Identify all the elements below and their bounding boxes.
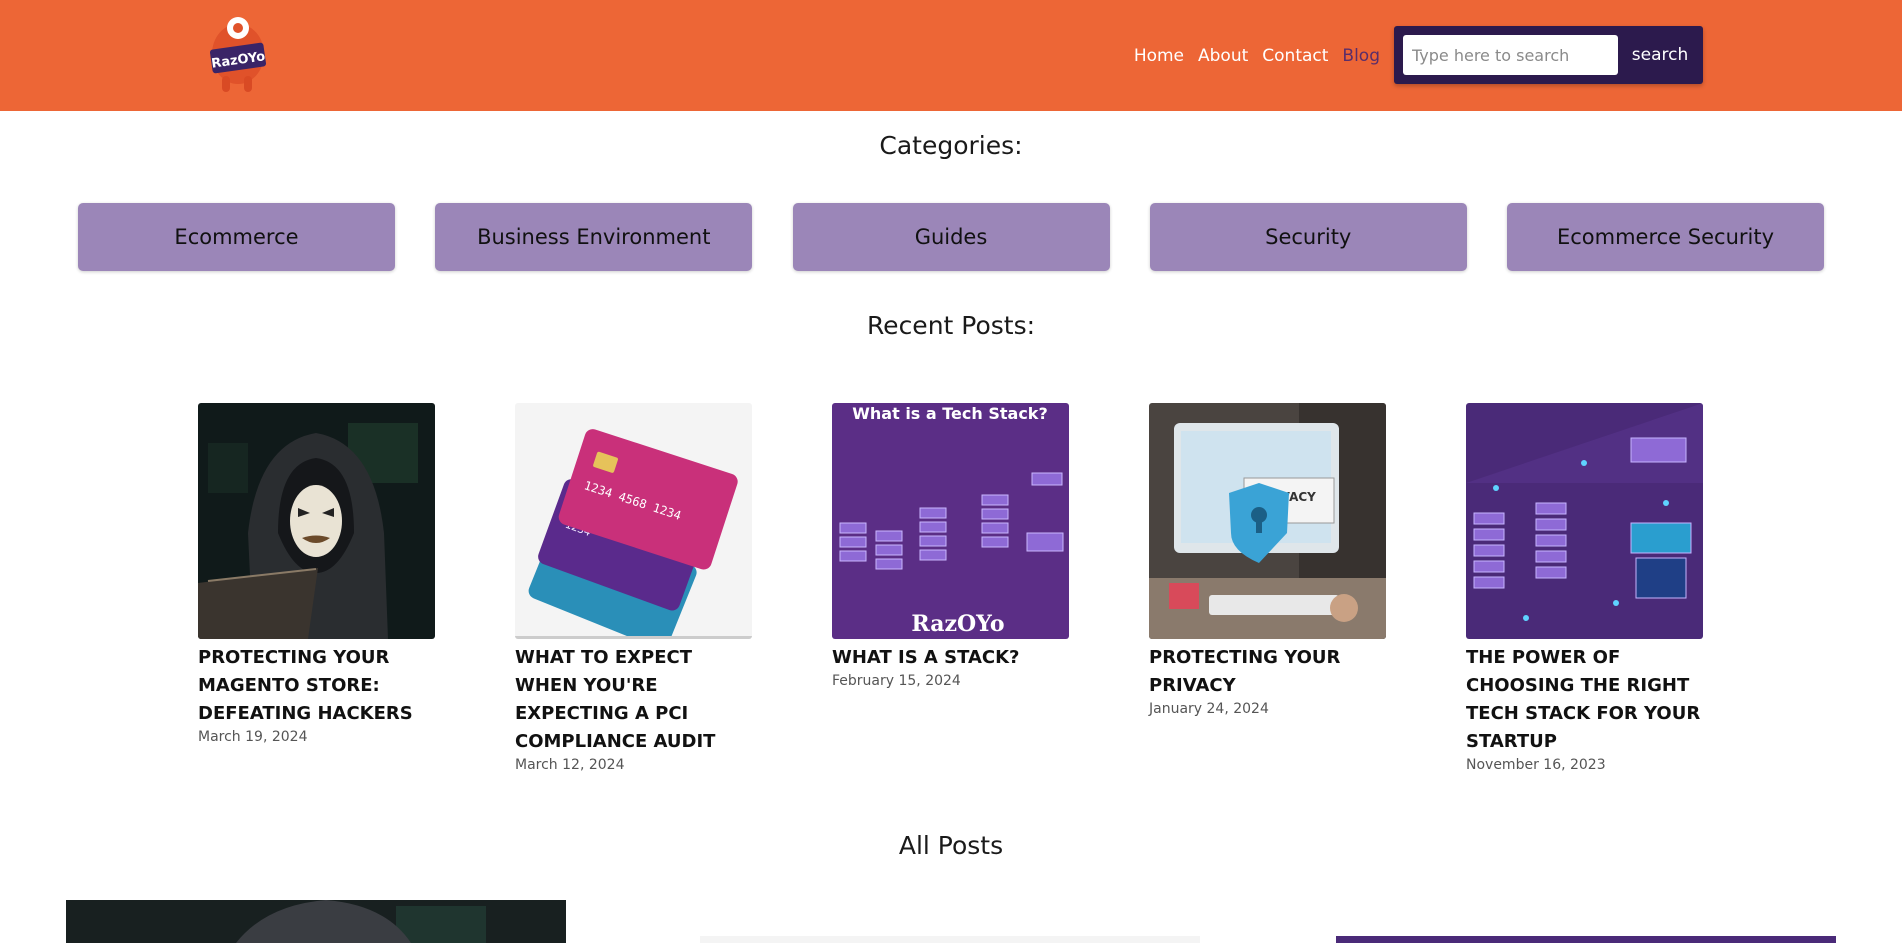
- all-posts-heading: All Posts: [898, 831, 1004, 860]
- razoyo-logo[interactable]: RazOYo: [208, 14, 268, 96]
- tech-stack-icon[interactable]: What is a Tech Stack? RazOYo: [832, 403, 1069, 639]
- main-nav: Home About Contact Blog: [1134, 0, 1380, 111]
- nav-blog-link[interactable]: Blog: [1342, 46, 1380, 66]
- post-card[interactable]: PROTECTING YOUR MAGENTO STORE: DEFEATING…: [198, 403, 436, 746]
- server-stack-icon[interactable]: [1466, 403, 1703, 639]
- nav-contact-link[interactable]: Contact: [1262, 46, 1328, 66]
- credit-cards-icon[interactable]: 1234 1234 1234 4568 1234: [515, 403, 752, 639]
- post-date: March 12, 2024: [515, 757, 625, 773]
- hooded-hacker-icon[interactable]: [198, 403, 435, 639]
- svg-text:What is a Tech Stack?: What is a Tech Stack?: [852, 404, 1047, 423]
- all-post-card-image[interactable]: [66, 900, 566, 943]
- post-title[interactable]: WHAT IS A STACK?: [832, 644, 1070, 672]
- post-card[interactable]: PRIVACY PROTECTING YOUR PRIVACY January …: [1149, 403, 1387, 718]
- search-box: search: [1394, 26, 1703, 84]
- all-post-card-image[interactable]: [700, 936, 1200, 943]
- all-post-card-image[interactable]: [1336, 936, 1836, 943]
- post-title[interactable]: PROTECTING YOUR MAGENTO STORE: DEFEATING…: [198, 644, 436, 728]
- nav-home-link[interactable]: Home: [1134, 46, 1184, 66]
- search-button[interactable]: search: [1622, 35, 1698, 75]
- category-guides-button[interactable]: Guides: [792, 203, 1110, 271]
- recent-posts-list: PROTECTING YOUR MAGENTO STORE: DEFEATING…: [198, 403, 1705, 783]
- post-title[interactable]: PROTECTING YOUR PRIVACY: [1149, 644, 1387, 700]
- categories-heading: Categories:: [879, 131, 1023, 160]
- category-ecommerce-button[interactable]: Ecommerce: [78, 203, 395, 271]
- category-business-environment-button[interactable]: Business Environment: [435, 203, 753, 271]
- category-list: Ecommerce Business Environment Guides Se…: [78, 203, 1824, 271]
- post-card[interactable]: 1234 1234 1234 4568 1234 WHAT TO EXPECT …: [515, 403, 753, 774]
- category-ecommerce-security-button[interactable]: Ecommerce Security: [1507, 203, 1824, 271]
- svg-text:RazOYo: RazOYo: [911, 611, 1004, 637]
- post-date: March 19, 2024: [198, 729, 308, 745]
- search-input[interactable]: [1403, 35, 1618, 75]
- category-security-button[interactable]: Security: [1149, 203, 1467, 271]
- privacy-shield-icon[interactable]: PRIVACY: [1149, 403, 1386, 639]
- nav-about-link[interactable]: About: [1198, 46, 1248, 66]
- site-header: RazOYo Home About Contact Blog search: [0, 0, 1902, 111]
- post-date: February 15, 2024: [832, 673, 961, 689]
- post-card[interactable]: THE POWER OF CHOOSING THE RIGHT TECH STA…: [1466, 403, 1704, 774]
- post-card[interactable]: What is a Tech Stack? RazOYo WHAT IS A S…: [832, 403, 1070, 690]
- post-title[interactable]: THE POWER OF CHOOSING THE RIGHT TECH STA…: [1466, 644, 1704, 756]
- post-title[interactable]: WHAT TO EXPECT WHEN YOU'RE EXPECTING A P…: [515, 644, 753, 756]
- post-date: November 16, 2023: [1466, 757, 1606, 773]
- post-date: January 24, 2024: [1149, 701, 1269, 717]
- recent-posts-heading: Recent Posts:: [866, 311, 1036, 340]
